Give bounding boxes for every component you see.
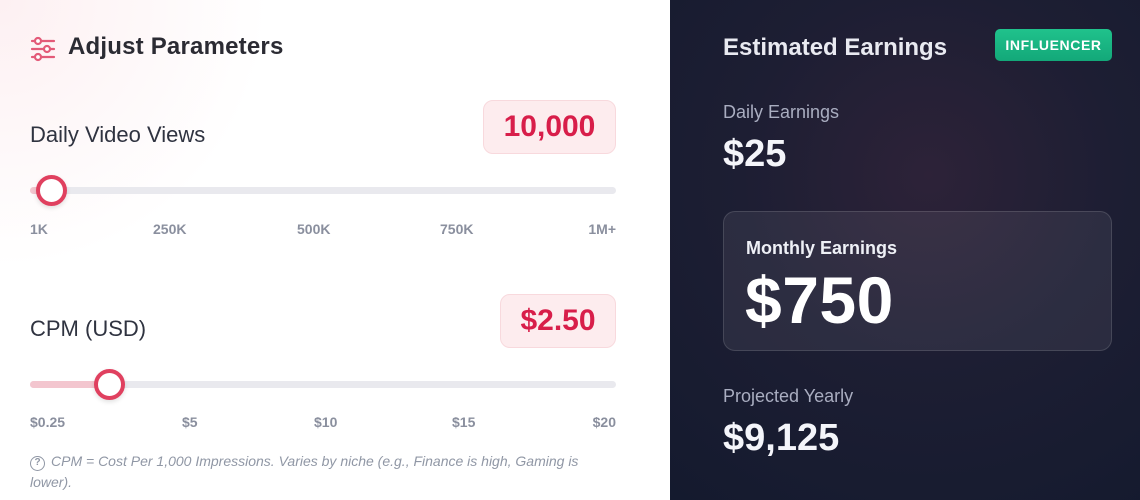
views-tick-label: 1M+ [588, 221, 616, 237]
monthly-earnings-card: Monthly Earnings $750 [723, 211, 1112, 351]
views-slider-thumb[interactable] [35, 175, 67, 206]
yearly-earnings-label: Projected Yearly [723, 386, 854, 406]
views-tick-label: 500K [297, 221, 331, 237]
parameters-panel: Adjust Parameters Daily Video Views 10,0… [0, 0, 670, 500]
question-circle-icon: ? [30, 456, 45, 471]
earnings-title: Estimated Earnings [723, 34, 948, 61]
views-tick-label: 1K [30, 221, 48, 237]
earnings-panel: Estimated Earnings INFLUENCER Daily Earn… [670, 0, 1140, 500]
monthly-earnings-label: Monthly Earnings [746, 238, 898, 258]
tier-badge: INFLUENCER [995, 29, 1112, 61]
cpm-tick-label: $15 [452, 414, 476, 430]
monthly-earnings-value: $750 [745, 263, 894, 337]
cpm-help-note: ? CPM = Cost Per 1,000 Impressions. Varie… [30, 451, 620, 493]
cpm-help-text: CPM = Cost Per 1,000 Impressions. Varies… [30, 453, 579, 490]
cpm-tick-labels: $0.25 $5 $10 $15 $20 [30, 414, 616, 434]
cpm-tick-label: $5 [182, 414, 198, 430]
views-tick-labels: 1K 250K 500K 750K 1M+ [30, 221, 616, 241]
cpm-tick-label: $10 [314, 414, 338, 430]
daily-earnings-value: $25 [723, 133, 787, 175]
views-value-display: 10,000 [483, 100, 616, 154]
cpm-tick-label: $0.25 [30, 414, 66, 430]
cpm-slider[interactable] [30, 369, 616, 400]
panel-title: Adjust Parameters [68, 33, 284, 60]
daily-earnings-label: Daily Earnings [723, 102, 840, 122]
views-tick-label: 750K [440, 221, 474, 237]
cpm-value-display: $2.50 [500, 294, 616, 348]
cpm-tick-label: $20 [592, 414, 616, 430]
cpm-label: CPM (USD) [30, 316, 147, 341]
yearly-earnings-value: $9,125 [723, 417, 840, 459]
views-slider[interactable] [30, 175, 616, 206]
views-label: Daily Video Views [30, 122, 206, 147]
cpm-slider-thumb[interactable] [93, 369, 125, 400]
sliders-icon [30, 36, 56, 62]
views-tick-label: 250K [153, 221, 187, 237]
